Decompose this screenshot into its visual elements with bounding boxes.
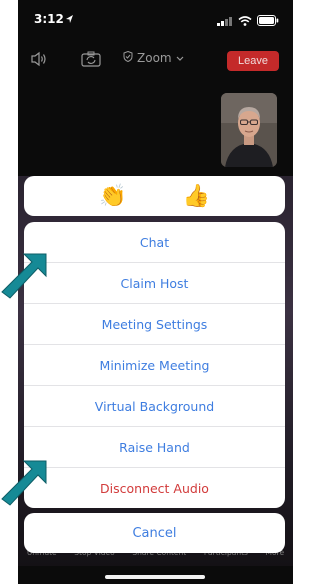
clap-reaction-button[interactable]: 👏 [99, 185, 126, 207]
self-video-thumbnail[interactable] [221, 93, 277, 167]
thumbs-up-reaction-button[interactable]: 👍 [183, 185, 210, 207]
zoom-meeting-screen: 3:12 Zoom Leave 👏 👍 Chat Claim Host Meet… [18, 0, 293, 584]
menu-item-raise-hand[interactable]: Raise Hand [24, 427, 285, 468]
cancel-button[interactable]: Cancel [24, 513, 285, 553]
battery-icon [257, 13, 279, 31]
meeting-title[interactable]: Zoom [123, 50, 184, 65]
reactions-bar: 👏 👍 [24, 176, 285, 216]
menu-item-claim-host[interactable]: Claim Host [24, 263, 285, 304]
status-time: 3:12 [34, 12, 64, 26]
menu-item-chat[interactable]: Chat [24, 222, 285, 263]
menu-item-virtual-background[interactable]: Virtual Background [24, 386, 285, 427]
arrow-pointer-raise-hand-icon [1, 460, 47, 506]
switch-camera-icon[interactable] [81, 51, 101, 72]
meeting-title-label: Zoom [137, 51, 172, 65]
status-bar: 3:12 [18, 0, 293, 38]
wifi-icon [238, 13, 252, 31]
signal-icon [217, 13, 233, 31]
more-options-menu: Chat Claim Host Meeting Settings Minimiz… [24, 222, 285, 508]
meeting-toolbar: Zoom Leave [18, 45, 293, 79]
menu-item-minimize-meeting[interactable]: Minimize Meeting [24, 345, 285, 386]
chevron-down-icon [176, 51, 184, 65]
speaker-icon[interactable] [30, 51, 48, 72]
shield-icon [123, 50, 133, 65]
leave-button[interactable]: Leave [227, 51, 279, 71]
arrow-pointer-chat-icon [1, 253, 47, 299]
menu-item-meeting-settings[interactable]: Meeting Settings [24, 304, 285, 345]
home-indicator [105, 575, 205, 579]
location-icon [65, 12, 74, 30]
menu-item-disconnect-audio[interactable]: Disconnect Audio [24, 468, 285, 508]
